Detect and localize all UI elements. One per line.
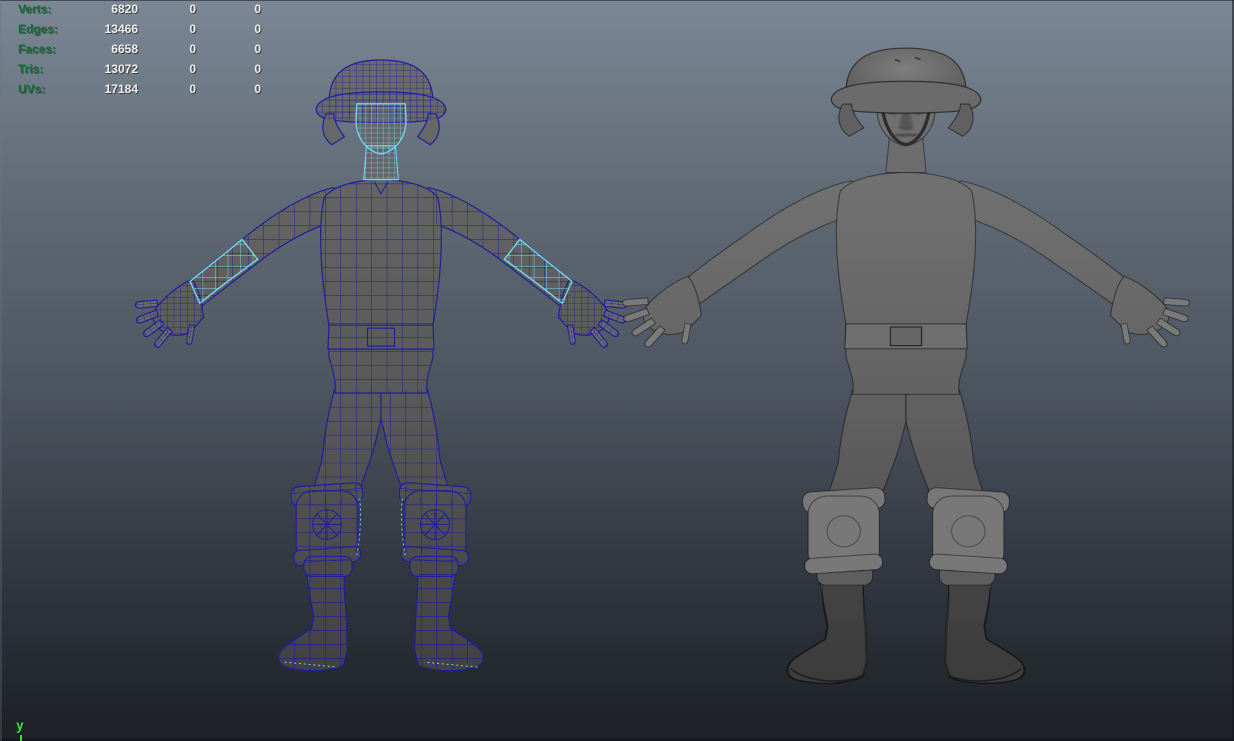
shaded-base-mesh[interactable] [622, 173, 1190, 684]
hud-tris-col3: 0 [196, 62, 261, 76]
hud-edges-col3: 0 [196, 22, 261, 36]
hud-uvs-col2: 0 [138, 82, 196, 96]
hud-verts-col1: 6820 [78, 2, 138, 16]
hud-edges-col1: 13466 [78, 22, 138, 36]
hud-tris-col1: 13072 [78, 62, 138, 76]
axis-y-label: y [16, 719, 24, 734]
hud-label-edges: Edges: [18, 22, 78, 36]
axis-gizmo: y [16, 717, 24, 735]
shaded-boots[interactable] [787, 564, 1025, 683]
hud-uvs-col1: 17184 [78, 82, 138, 96]
hud-faces-col1: 6658 [78, 42, 138, 56]
hud-tris-col2: 0 [138, 62, 196, 76]
hud-label-uvs: UVs: [18, 82, 78, 96]
hud-label-faces: Faces: [18, 42, 78, 56]
selected-face-mesh[interactable] [356, 104, 406, 180]
hud-uvs-col3: 0 [196, 82, 261, 96]
soldier-shaded-model[interactable] [628, 46, 1184, 720]
hud-faces-col3: 0 [196, 42, 261, 56]
shaded-head[interactable] [831, 48, 980, 172]
shaded-kneepads[interactable] [802, 487, 1010, 574]
shaded-belt[interactable] [845, 324, 967, 349]
hud-label-tris: Tris: [18, 62, 78, 76]
soldier-wireframe-model[interactable] [140, 58, 622, 706]
hud-poly-count: Verts: 6820 0 0 Edges: 13466 0 0 Faces: … [18, 2, 261, 102]
hud-label-verts: Verts: [18, 2, 78, 16]
hud-edges-col2: 0 [138, 22, 196, 36]
hud-verts-col3: 0 [196, 2, 261, 16]
viewport-3d[interactable]: Verts: 6820 0 0 Edges: 13466 0 0 Faces: … [0, 0, 1234, 741]
hud-faces-col2: 0 [138, 42, 196, 56]
hud-verts-col2: 0 [138, 2, 196, 16]
axis-y-arrow [20, 735, 22, 741]
